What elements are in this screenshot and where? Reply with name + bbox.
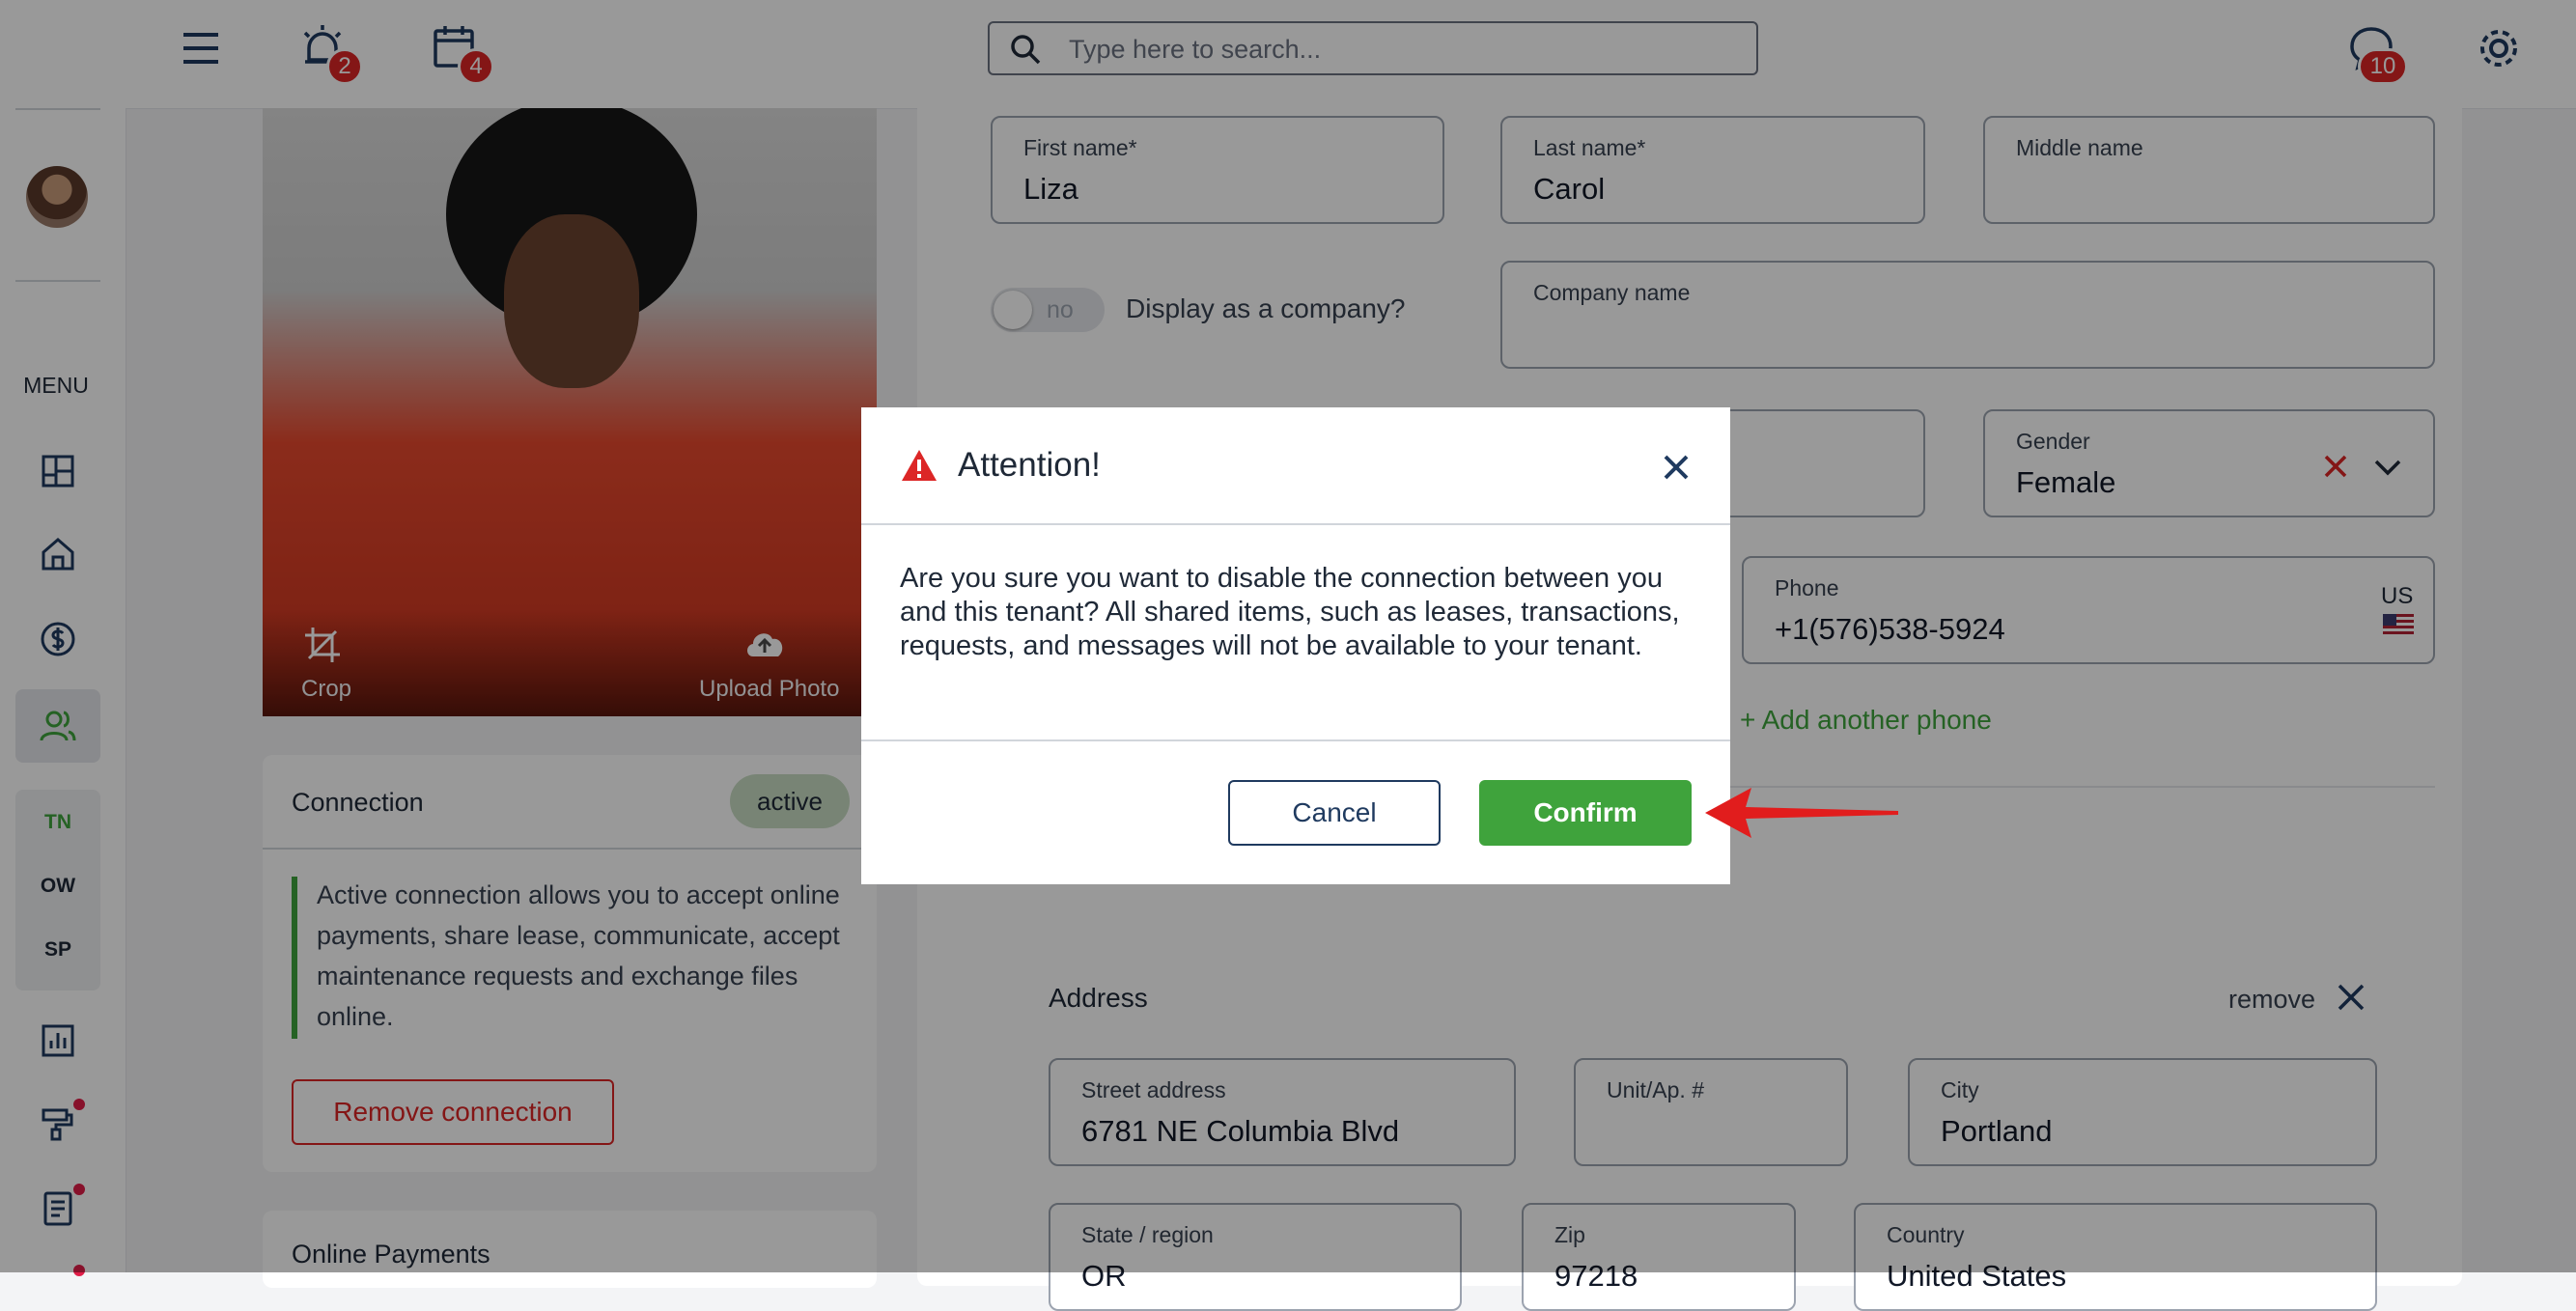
dialog-message: Are you sure you want to disable the con… xyxy=(900,563,1680,661)
dialog-title: Attention! xyxy=(958,446,1101,484)
confirm-dialog: Attention! Are you sure you want to disa… xyxy=(861,407,1730,884)
divider xyxy=(861,739,1730,741)
divider xyxy=(861,523,1730,525)
annotation-arrow-icon xyxy=(1703,784,1900,842)
confirm-button[interactable]: Confirm xyxy=(1479,780,1692,846)
warning-icon xyxy=(900,448,938,483)
cancel-button[interactable]: Cancel xyxy=(1228,780,1441,846)
close-icon[interactable] xyxy=(1663,454,1690,481)
